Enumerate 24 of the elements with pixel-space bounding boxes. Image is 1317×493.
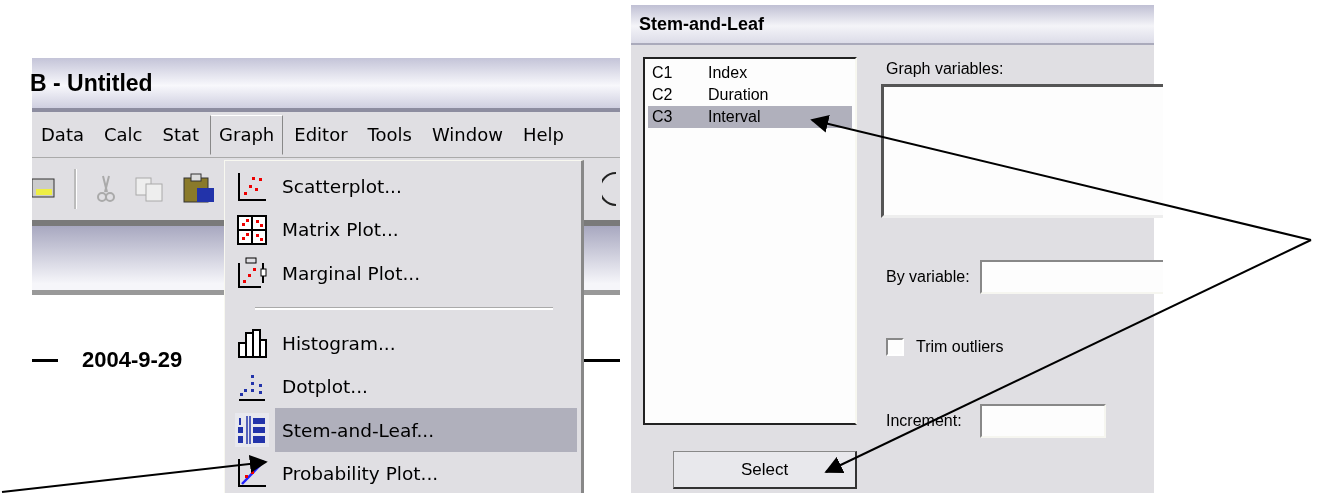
menu-item[interactable]: Tools (358, 114, 421, 155)
menu-item[interactable]: Matrix Plot... (229, 208, 577, 252)
select-button[interactable]: Select (673, 451, 857, 489)
checkbox-label: Trim outliers (916, 338, 1004, 356)
window-title: B - Untitled (30, 69, 153, 97)
field-label: By variable: (886, 268, 970, 286)
menu-item[interactable]: Histogram... (229, 321, 577, 366)
menu-item[interactable]: Dotplot... (229, 365, 577, 409)
menu-item[interactable]: Window (422, 114, 512, 155)
date-heading: 2004-9-29 (82, 347, 183, 373)
menu-item[interactable]: Data (32, 114, 93, 155)
list-item[interactable]: C3 Interval (648, 106, 852, 128)
field-label: Graph variables: (886, 60, 1005, 78)
menu-item[interactable]: Help (513, 114, 573, 155)
menu-item[interactable]: Scatterplot... (229, 165, 577, 209)
list-item[interactable]: C1 Index (648, 62, 852, 84)
dialog-title: Stem-and-Leaf (639, 13, 764, 35)
menu-item[interactable]: Editor (285, 114, 357, 155)
menu-item[interactable]: Stat (153, 114, 209, 155)
menu-item[interactable]: Calc (95, 114, 152, 155)
menu-item[interactable]: Marginal Plot... (229, 251, 577, 295)
list-item[interactable]: C2 Duration (648, 84, 852, 106)
menu-item[interactable]: Probability Plot... (229, 451, 577, 493)
menu-item[interactable]: Graph (210, 114, 284, 155)
